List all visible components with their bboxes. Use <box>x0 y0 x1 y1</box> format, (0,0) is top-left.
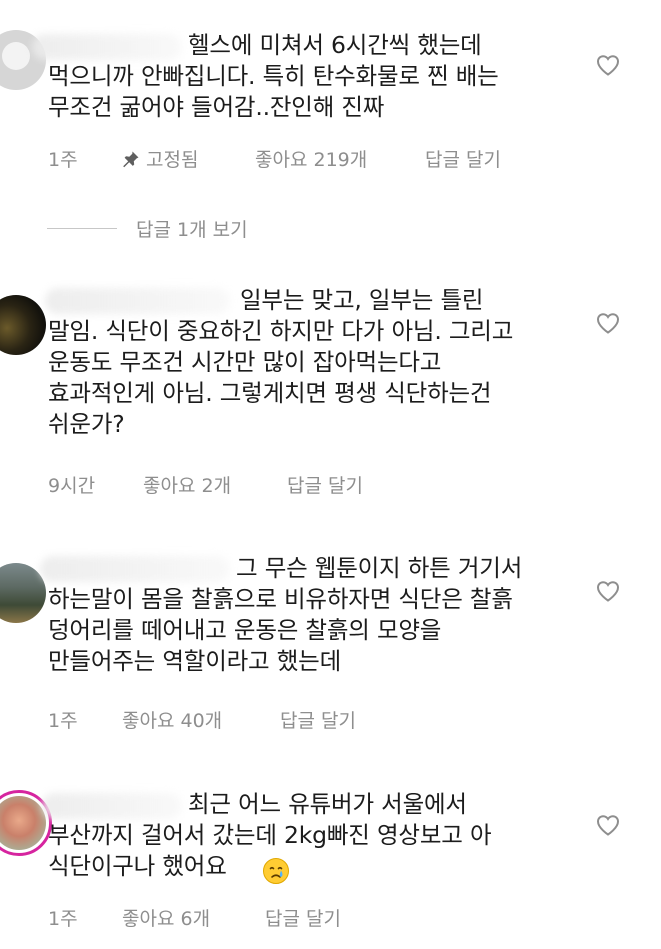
view-replies-button[interactable]: 답글 1개 보기 <box>47 214 248 242</box>
reply-button[interactable]: 답글 달기 <box>425 145 501 172</box>
heart-icon[interactable] <box>596 580 620 602</box>
crying-face-emoji-icon <box>263 858 289 884</box>
comment-text-first-line: 그 무슨 웹툰이지 하튼 거기서 <box>236 554 523 582</box>
comment-text-first-line: 헬스에 미쳐서 6시간씩 했는데 <box>188 31 482 59</box>
heart-icon[interactable] <box>596 54 620 76</box>
username-redacted[interactable] <box>45 288 230 314</box>
comment-time: 1주 <box>48 149 78 171</box>
view-replies-label[interactable]: 답글 1개 보기 <box>136 215 248 242</box>
pinned-label: 고정됨 <box>146 149 199 171</box>
comment-text: 하는말이 몸을 찰흙으로 비유하자면 식단은 찰흙 덩어리를 떼어내고 운동은 … <box>48 585 513 675</box>
comment-text: 말임. 식단이 중요하긴 하지만 다가 아님. 그리고 운동도 무조건 시간만 … <box>48 317 514 438</box>
heart-icon[interactable] <box>596 814 620 836</box>
likes-count[interactable]: 좋아요 2개 <box>143 471 231 498</box>
heart-icon[interactable] <box>596 312 620 334</box>
pin-icon <box>123 151 139 168</box>
avatar[interactable] <box>0 563 46 623</box>
divider <box>47 227 117 229</box>
avatar-photo <box>0 796 46 850</box>
comment-text-first-line: 최근 어느 유튜버가 서울에서 <box>188 790 467 818</box>
pinned-badge: 고정됨 <box>122 145 198 172</box>
likes-count[interactable]: 좋아요 40개 <box>122 706 222 733</box>
likes-count[interactable]: 좋아요 219개 <box>255 145 367 172</box>
username-redacted[interactable] <box>40 556 230 582</box>
username-redacted[interactable] <box>32 34 182 60</box>
comment-time: 9시간 <box>48 475 96 497</box>
username-redacted[interactable] <box>42 793 182 819</box>
reply-button[interactable]: 답글 달기 <box>280 706 356 733</box>
likes-count[interactable]: 좋아요 6개 <box>122 904 210 931</box>
comment-time: 1주 <box>48 908 78 930</box>
comment-text: 먹으니까 안빠집니다. 특히 탄수화물로 찐 배는 무조건 굶어야 들어감..잔… <box>48 62 499 121</box>
reply-button[interactable]: 답글 달기 <box>265 904 341 931</box>
avatar[interactable] <box>0 295 46 355</box>
comment-time: 1주 <box>48 710 78 732</box>
comment-text-first-line: 일부는 맞고, 일부는 틀린 <box>240 286 484 314</box>
reply-button[interactable]: 답글 달기 <box>287 471 363 498</box>
